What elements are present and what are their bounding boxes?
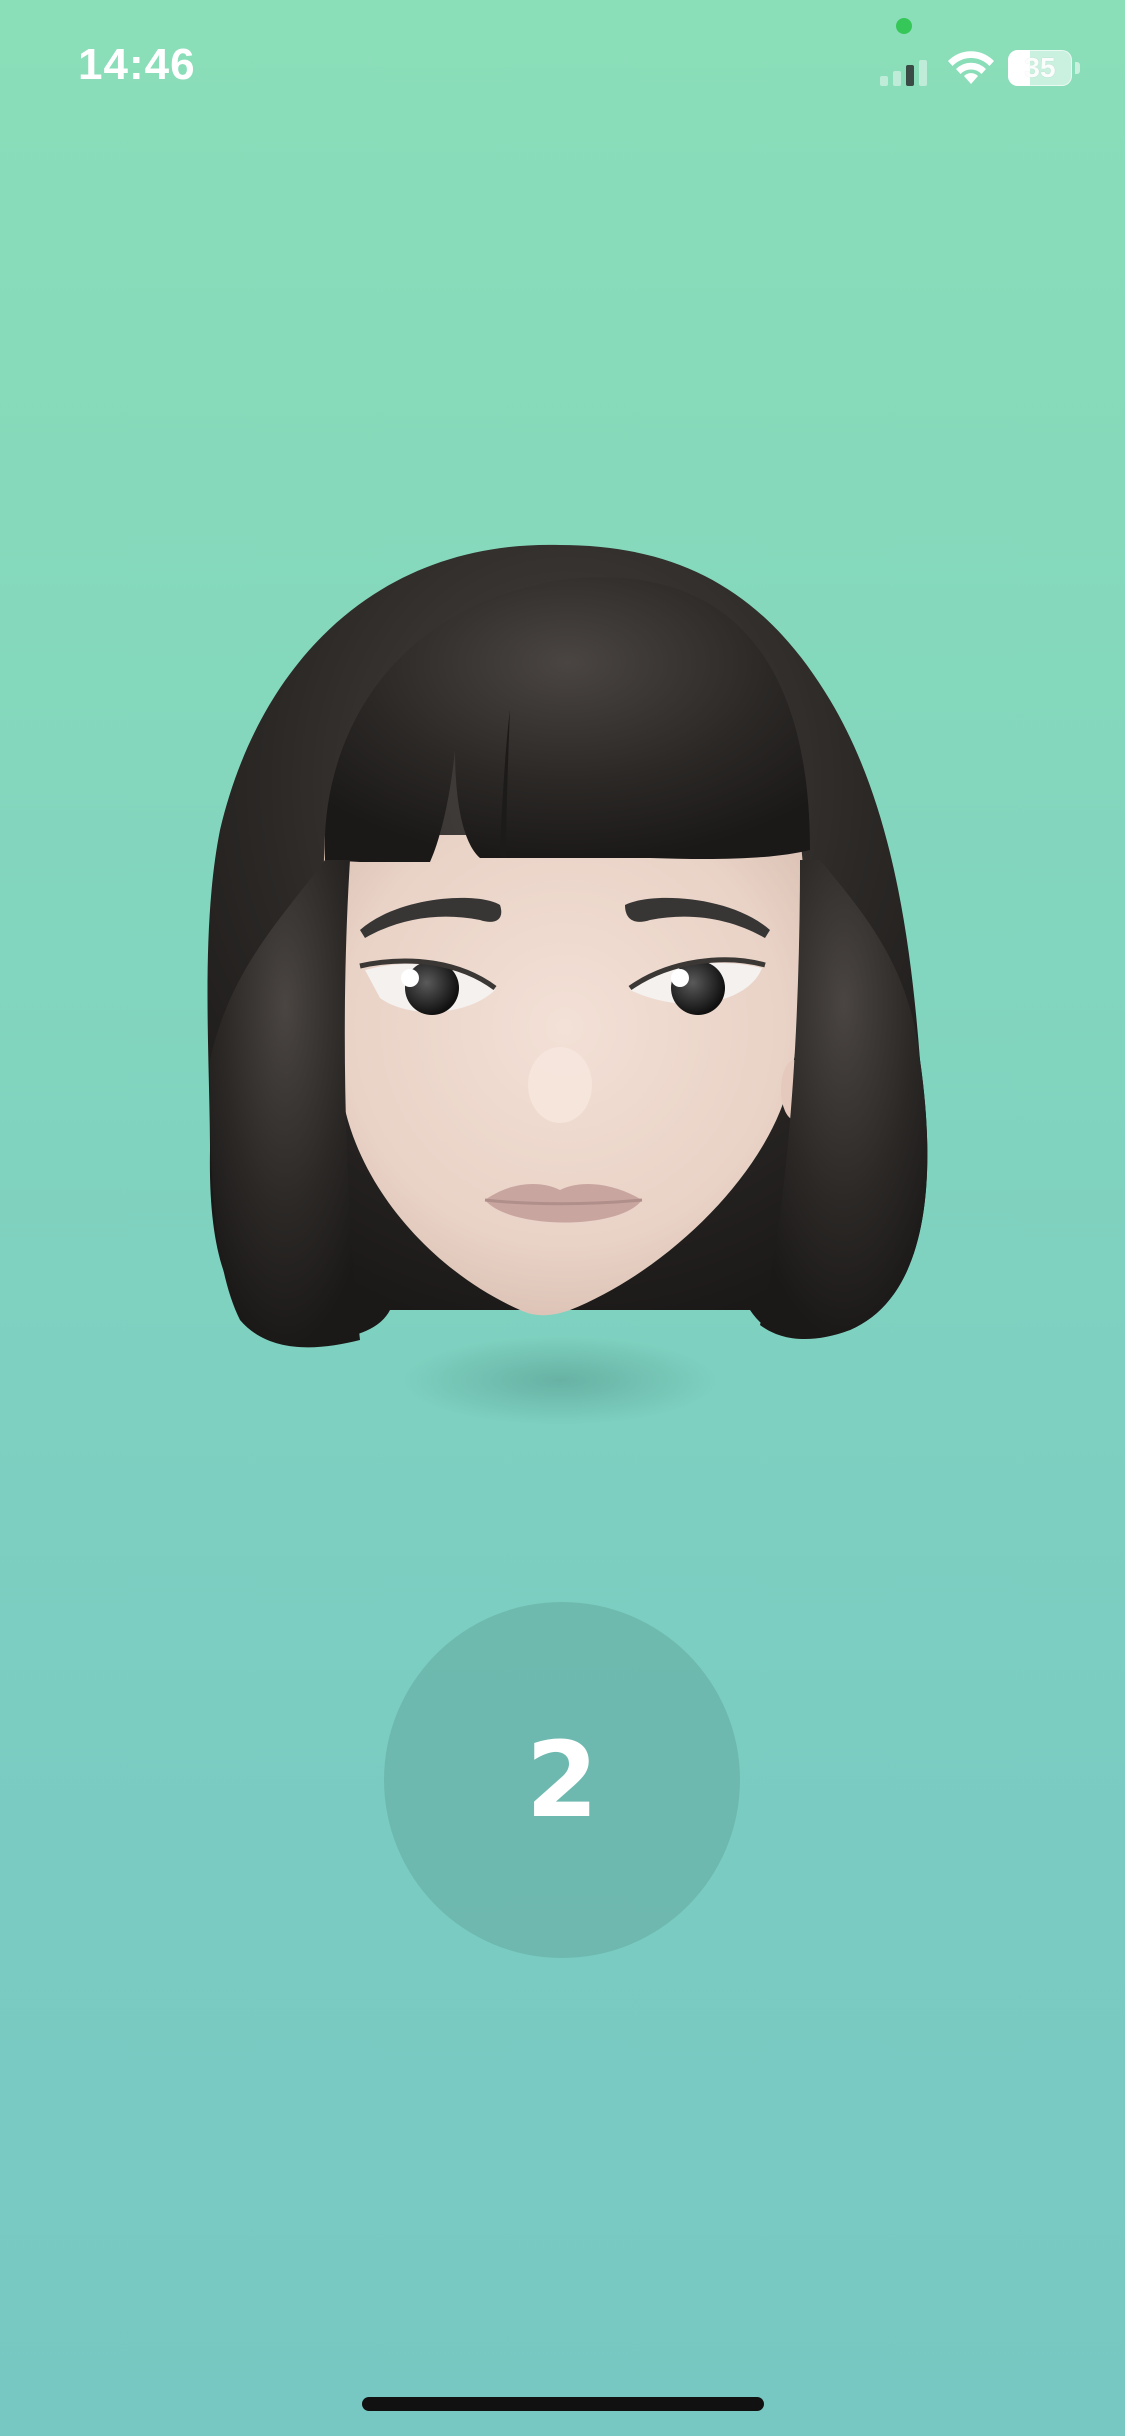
memoji-avatar <box>207 544 928 1425</box>
status-bar: 14:46 35 <box>0 0 1125 140</box>
battery-percent: 35 <box>1024 52 1056 83</box>
avatar-shadow <box>400 1335 720 1425</box>
battery-icon: 35 <box>1008 50 1080 88</box>
countdown-circle: 2 <box>384 1602 740 1958</box>
avatar-nose <box>528 1047 592 1123</box>
status-time: 14:46 <box>78 40 196 89</box>
countdown-number: 2 <box>525 1719 599 1841</box>
camera-indicator-dot <box>896 18 912 34</box>
home-indicator[interactable] <box>362 2397 764 2411</box>
battery-cap <box>1075 62 1080 74</box>
wifi-icon <box>948 51 994 84</box>
cellular-signal-icon <box>880 60 927 86</box>
